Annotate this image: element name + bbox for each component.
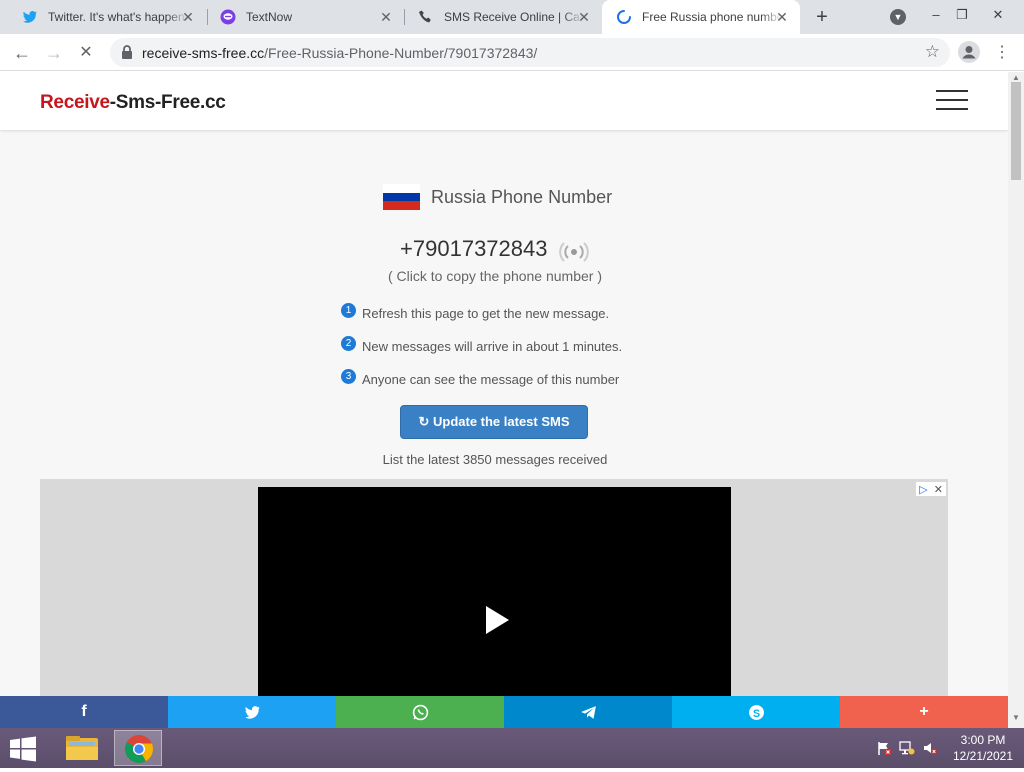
share-more-button[interactable]: + [840, 696, 1008, 728]
tab-russia-phone[interactable]: Free Russia phone numbe ✕ [602, 0, 800, 34]
social-share-bar: f S + [0, 696, 1008, 728]
whatsapp-icon [412, 704, 428, 720]
step-text: Refresh this page to get the new message… [362, 306, 610, 321]
close-window-button[interactable]: ✕ [981, 0, 1015, 30]
logo-part1: Receive [40, 92, 110, 113]
file-explorer-taskbar-item[interactable] [58, 730, 106, 766]
ad-choices-icon[interactable]: ▷ ✕ [916, 482, 946, 496]
stop-loading-icon[interactable]: ✕ [72, 39, 100, 67]
phone-number[interactable]: +79017372843 [400, 236, 547, 261]
broadcast-signal-icon [559, 242, 589, 262]
step-text: Anyone can see the message of this numbe… [362, 372, 620, 387]
phone-row: +79017372843 [0, 236, 990, 263]
page-content: Receive-Sms-Free.cc Russia Phone Number … [0, 72, 1008, 696]
twitter-icon [23, 11, 37, 23]
copy-hint[interactable]: ( Click to copy the phone number ) [0, 268, 990, 284]
update-latest-sms-button[interactable]: ↻ Update the latest SMS [400, 405, 588, 439]
hamburger-menu-icon[interactable] [936, 90, 968, 112]
network-icon[interactable] [899, 740, 915, 756]
browser-toolbar: ← → ✕ receive-sms-free.cc/Free-Russia-Ph… [0, 34, 1024, 71]
step-number-badge: 1 [341, 303, 356, 318]
windows-taskbar: 3:00 PM 12/21/2021 [0, 728, 1024, 768]
facebook-icon: f [81, 703, 87, 720]
instruction-step-3: 3 Anyone can see the message of this num… [341, 369, 620, 387]
tab-title: Twitter. It's what's happening [48, 10, 188, 24]
windows-start-icon[interactable] [8, 736, 38, 762]
skype-icon: S [748, 704, 764, 720]
url-domain: receive-sms-free.cc [142, 45, 265, 61]
scroll-thumb[interactable] [1011, 82, 1021, 180]
site-header: Receive-Sms-Free.cc [0, 72, 1008, 130]
chrome-taskbar-item[interactable] [114, 730, 162, 766]
tab-search-icon[interactable]: ▼ [890, 9, 906, 25]
scroll-down-icon[interactable]: ▼ [1008, 712, 1024, 724]
menu-dots-icon[interactable]: ⋮ [988, 39, 1016, 67]
new-tab-button[interactable]: + [812, 6, 832, 28]
instruction-step-1: 1 Refresh this page to get the new messa… [341, 303, 610, 321]
action-center-flag-icon[interactable] [876, 740, 892, 756]
url-path: /Free-Russia-Phone-Number/79017372843/ [264, 45, 538, 61]
address-bar[interactable]: receive-sms-free.cc/Free-Russia-Phone-Nu… [110, 38, 950, 67]
browser-tab-strip: Twitter. It's what's happening ✕ TextNow… [0, 0, 1024, 34]
country-heading: Russia Phone Number [383, 184, 613, 211]
close-icon[interactable]: ✕ [774, 9, 790, 25]
step-number-badge: 3 [341, 369, 356, 384]
share-twitter-button[interactable] [168, 696, 336, 728]
tab-sms-receive[interactable]: SMS Receive Online | Car ✕ [404, 0, 602, 34]
video-ad-container: ▷ ✕ [40, 479, 948, 696]
logo-part2: -Sms-Free.cc [109, 92, 226, 113]
step-text: New messages will arrive in about 1 minu… [362, 339, 623, 354]
ad-video-player[interactable] [258, 487, 731, 696]
step-number-badge: 2 [341, 336, 356, 351]
system-clock[interactable]: 3:00 PM 12/21/2021 [948, 732, 1018, 764]
tab-title: TextNow [246, 10, 293, 24]
clock-date: 12/21/2021 [952, 749, 1014, 763]
volume-muted-icon[interactable] [922, 740, 938, 756]
phone-icon [419, 10, 431, 23]
svg-text:S: S [752, 707, 759, 719]
russia-flag-icon [383, 184, 420, 211]
clock-time: 3:00 PM [960, 733, 1006, 747]
close-icon[interactable]: ✕ [180, 9, 196, 25]
tab-title: SMS Receive Online | Car [444, 10, 584, 24]
plus-icon: + [919, 703, 929, 720]
telegram-icon [580, 705, 596, 719]
close-icon[interactable]: ✕ [378, 9, 394, 25]
tab-twitter[interactable]: Twitter. It's what's happening ✕ [8, 0, 206, 34]
bookmark-star-icon[interactable]: ☆ [925, 42, 940, 62]
country-title: Russia Phone Number [431, 186, 613, 207]
lock-icon [122, 45, 132, 59]
share-facebook-button[interactable]: f [0, 696, 168, 728]
messages-count-caption: List the latest 3850 messages received [382, 452, 608, 467]
restore-button[interactable]: ❐ [945, 0, 979, 30]
share-skype-button[interactable]: S [672, 696, 840, 728]
url-text: receive-sms-free.cc/Free-Russia-Phone-Nu… [142, 45, 537, 61]
site-logo[interactable]: Receive-Sms-Free.cc [40, 92, 226, 114]
vertical-scrollbar[interactable]: ▲ ▼ [1008, 72, 1024, 728]
close-icon[interactable]: ✕ [576, 9, 592, 25]
back-icon[interactable]: ← [8, 39, 36, 67]
tab-title: Free Russia phone numbe [642, 10, 782, 24]
chrome-icon [125, 735, 154, 763]
tab-textnow[interactable]: TextNow ✕ [206, 0, 404, 34]
play-icon[interactable] [484, 605, 510, 635]
share-whatsapp-button[interactable] [336, 696, 504, 728]
textnow-icon [220, 9, 236, 25]
forward-icon[interactable]: → [40, 39, 68, 67]
instruction-step-2: 2 New messages will arrive in about 1 mi… [341, 336, 623, 354]
folder-icon [66, 736, 98, 760]
loading-spinner-icon [617, 10, 631, 24]
share-telegram-button[interactable] [504, 696, 672, 728]
profile-avatar-icon[interactable] [958, 41, 980, 63]
twitter-icon [244, 705, 260, 719]
